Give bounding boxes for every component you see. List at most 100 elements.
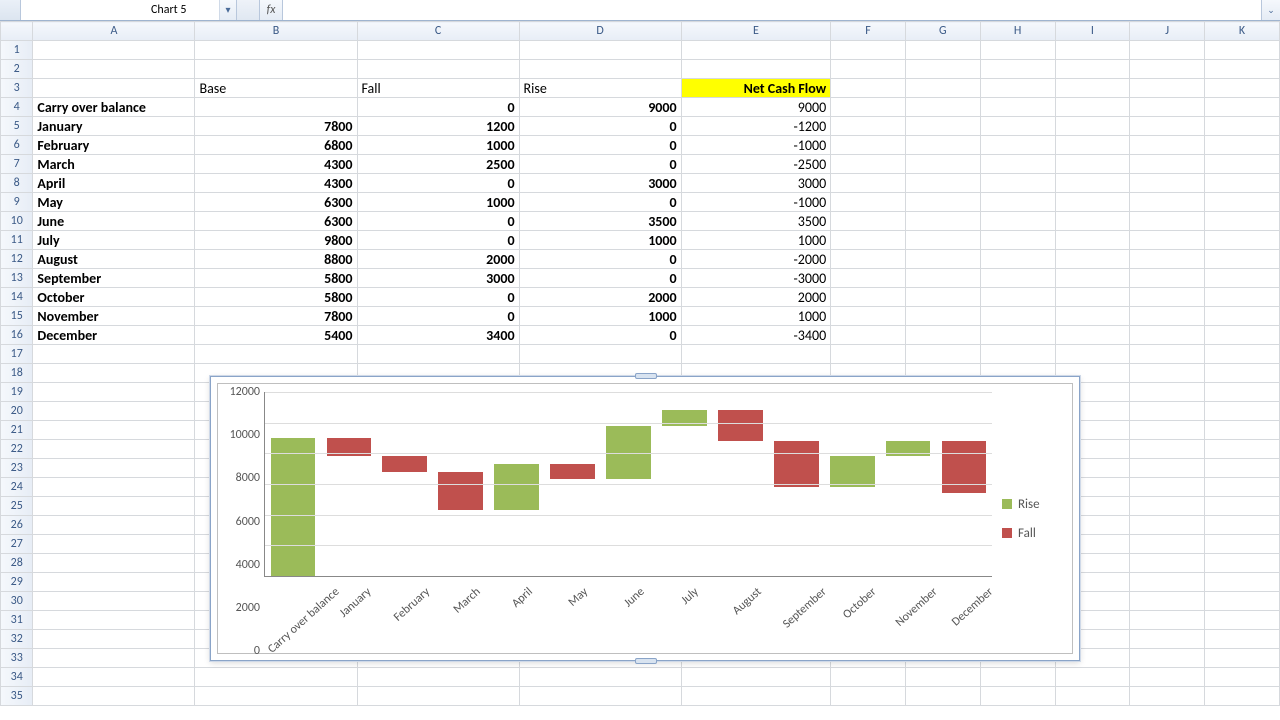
cell-F9[interactable] — [831, 193, 906, 212]
row-header-22[interactable]: 22 — [1, 440, 33, 459]
plot-area[interactable] — [264, 392, 992, 577]
cell-C6[interactable]: 1000 — [357, 136, 519, 155]
cell-B5[interactable]: 7800 — [195, 117, 357, 136]
cell-E9[interactable]: -1000 — [681, 193, 831, 212]
cell-H3[interactable] — [980, 79, 1055, 98]
cell-C11[interactable]: 0 — [357, 231, 519, 250]
cell-E10[interactable]: 3500 — [681, 212, 831, 231]
cell-I2[interactable] — [1055, 60, 1130, 79]
cell-D10[interactable]: 3500 — [519, 212, 681, 231]
cell-K23[interactable] — [1205, 459, 1280, 478]
cell-D15[interactable]: 1000 — [519, 307, 681, 326]
row-header-28[interactable]: 28 — [1, 554, 33, 573]
cell-K25[interactable] — [1205, 497, 1280, 516]
col-header-C[interactable]: C — [357, 22, 519, 41]
name-box-dropdown-icon[interactable]: ▾ — [219, 0, 236, 20]
cell-I14[interactable] — [1055, 288, 1130, 307]
cell-A14[interactable]: October — [33, 288, 195, 307]
cell-A13[interactable]: September — [33, 269, 195, 288]
cell-G35[interactable] — [905, 687, 980, 706]
cell-A16[interactable]: December — [33, 326, 195, 345]
cell-C35[interactable] — [357, 687, 519, 706]
cell-A21[interactable] — [33, 421, 195, 440]
cell-K9[interactable] — [1205, 193, 1280, 212]
cell-A9[interactable]: May — [33, 193, 195, 212]
row-header-31[interactable]: 31 — [1, 611, 33, 630]
row-header-12[interactable]: 12 — [1, 250, 33, 269]
cell-I9[interactable] — [1055, 193, 1130, 212]
cell-D7[interactable]: 0 — [519, 155, 681, 174]
cell-C34[interactable] — [357, 668, 519, 687]
cell-J5[interactable] — [1130, 117, 1205, 136]
cell-J15[interactable] — [1130, 307, 1205, 326]
cell-D11[interactable]: 1000 — [519, 231, 681, 250]
cell-K16[interactable] — [1205, 326, 1280, 345]
cell-A25[interactable] — [33, 497, 195, 516]
cell-F7[interactable] — [831, 155, 906, 174]
cell-J20[interactable] — [1130, 402, 1205, 421]
col-header-A[interactable]: A — [33, 22, 195, 41]
row-header-30[interactable]: 30 — [1, 592, 33, 611]
cell-B1[interactable] — [195, 41, 357, 60]
cell-G6[interactable] — [905, 136, 980, 155]
chart-object[interactable]: 020004000600080001000012000 Carry over b… — [210, 376, 1080, 661]
cell-J18[interactable] — [1130, 364, 1205, 383]
cell-I12[interactable] — [1055, 250, 1130, 269]
cell-H10[interactable] — [980, 212, 1055, 231]
cell-B2[interactable] — [195, 60, 357, 79]
cell-B35[interactable] — [195, 687, 357, 706]
cell-H12[interactable] — [980, 250, 1055, 269]
cell-C5[interactable]: 1200 — [357, 117, 519, 136]
cell-F13[interactable] — [831, 269, 906, 288]
cell-J19[interactable] — [1130, 383, 1205, 402]
cell-F8[interactable] — [831, 174, 906, 193]
cell-K33[interactable] — [1205, 649, 1280, 668]
cell-D2[interactable] — [519, 60, 681, 79]
cell-A15[interactable]: November — [33, 307, 195, 326]
cell-J29[interactable] — [1130, 573, 1205, 592]
cell-G3[interactable] — [905, 79, 980, 98]
cell-G9[interactable] — [905, 193, 980, 212]
cell-K7[interactable] — [1205, 155, 1280, 174]
cell-J31[interactable] — [1130, 611, 1205, 630]
cell-G16[interactable] — [905, 326, 980, 345]
formula-bar[interactable] — [283, 0, 1262, 20]
cell-F15[interactable] — [831, 307, 906, 326]
cell-G8[interactable] — [905, 174, 980, 193]
cell-H2[interactable] — [980, 60, 1055, 79]
cell-J2[interactable] — [1130, 60, 1205, 79]
cell-K8[interactable] — [1205, 174, 1280, 193]
cell-B3[interactable]: Base — [195, 79, 357, 98]
cell-F1[interactable] — [831, 41, 906, 60]
cell-H34[interactable] — [980, 668, 1055, 687]
cell-B10[interactable]: 6300 — [195, 212, 357, 231]
cell-A4[interactable]: Carry over balance — [33, 98, 195, 117]
cell-G34[interactable] — [905, 668, 980, 687]
cell-K35[interactable] — [1205, 687, 1280, 706]
cell-K18[interactable] — [1205, 364, 1280, 383]
cell-B4[interactable] — [195, 98, 357, 117]
row-header-27[interactable]: 27 — [1, 535, 33, 554]
cell-F34[interactable] — [831, 668, 906, 687]
row-header-18[interactable]: 18 — [1, 364, 33, 383]
cell-E34[interactable] — [681, 668, 831, 687]
cell-E13[interactable]: -3000 — [681, 269, 831, 288]
row-header-19[interactable]: 19 — [1, 383, 33, 402]
cell-A10[interactable]: June — [33, 212, 195, 231]
cell-C12[interactable]: 2000 — [357, 250, 519, 269]
cell-E14[interactable]: 2000 — [681, 288, 831, 307]
cell-B7[interactable]: 4300 — [195, 155, 357, 174]
cell-F11[interactable] — [831, 231, 906, 250]
cell-J3[interactable] — [1130, 79, 1205, 98]
cell-A18[interactable] — [33, 364, 195, 383]
row-header-2[interactable]: 2 — [1, 60, 33, 79]
cell-C1[interactable] — [357, 41, 519, 60]
row-header-26[interactable]: 26 — [1, 516, 33, 535]
cell-A7[interactable]: March — [33, 155, 195, 174]
cell-A27[interactable] — [33, 535, 195, 554]
cell-J28[interactable] — [1130, 554, 1205, 573]
cell-I8[interactable] — [1055, 174, 1130, 193]
cell-G15[interactable] — [905, 307, 980, 326]
cell-D3[interactable]: Rise — [519, 79, 681, 98]
cell-A2[interactable] — [33, 60, 195, 79]
